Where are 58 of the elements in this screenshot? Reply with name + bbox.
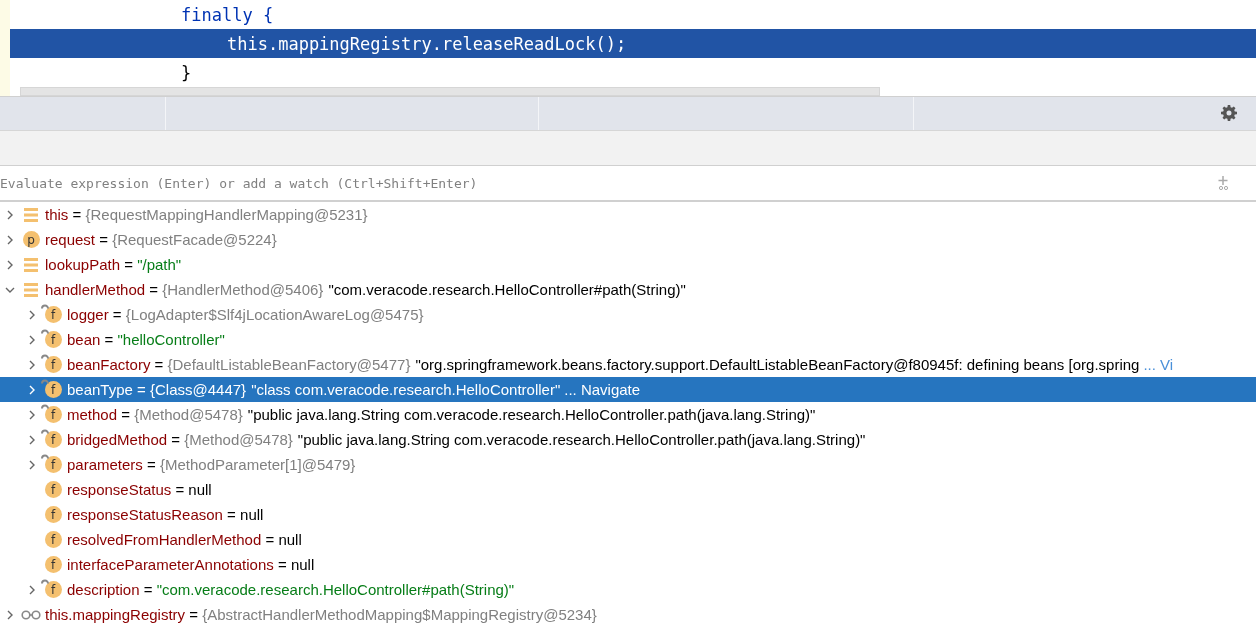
code-line: this.mappingRegistry.releaseReadLock(); [227,33,627,54]
variable-entry: lookupPath = "/path" [45,256,182,273]
type-badge: f [44,306,62,323]
variable-row[interactable]: handlerMethod = {HandlerMethod@5406} "com.veracode.research.HelloController#path(String)" [0,277,1256,302]
horizontal-scrollbar[interactable] [20,87,880,96]
evaluate-expression-field[interactable]: Evaluate expression (Enter) or add a watch (Ctrl+Shift+Enter) [0,168,1208,198]
type-badge: f [44,556,62,573]
variable-entry: parameters = {MethodParameter[1]@5479} [67,456,356,473]
type-badge: f [44,506,62,523]
type-badge: f [44,356,62,373]
code-line: finally { [181,4,274,25]
type-badge: f [44,456,62,473]
variable-icon [22,205,40,224]
view-link[interactable]: ... Navigate [564,381,641,398]
type-badge: p [22,231,40,248]
variable-row[interactable]: this = {RequestMappingHandlerMapping@5231} [0,202,1256,227]
variable-icon [22,255,40,274]
variable-row[interactable]: f method = {Method@5478} "public java.lang.String com.veracode.research.HelloController.path(java.lang.String)" [0,402,1256,427]
variable-entry: bridgedMethod = {Method@5478} "public java.lang.String com.veracode.research.HelloController.path(java.lang.String)" [67,431,866,448]
variable-entry: resolvedFromHandlerMethod = null [67,531,302,548]
variable-row[interactable]: f resolvedFromHandlerMethod = null [0,527,1256,552]
type-badge: f [44,581,62,598]
variable-entry: handlerMethod = {HandlerMethod@5406} "com.veracode.research.HelloController#path(String)" [45,281,686,298]
variable-entry: beanType = {Class@4447} "class com.veracode.research.HelloController" [67,381,561,398]
watch-glasses-icon [21,608,41,621]
variable-entry: responseStatus = null [67,481,212,498]
variable-row[interactable]: f bridgedMethod = {Method@5478} "public java.lang.String com.veracode.research.HelloController.path(java.lang.String)" [0,427,1256,452]
variable-entry: responseStatusReason = null [67,506,264,523]
settings-icon[interactable] [1221,105,1237,121]
variable-entry: logger = {LogAdapter$Slf4jLocationAwareLog@5475} [67,306,424,323]
variable-entry: request = {RequestFacade@5224} [45,231,277,248]
variable-entry: bean = "helloController" [67,331,225,348]
type-badge: f [44,531,62,548]
variable-row[interactable]: f parameters = {MethodParameter[1]@5479} [0,452,1256,477]
variable-row[interactable]: f logger = {LogAdapter$Slf4jLocationAwareLog@5475} [0,302,1256,327]
variable-entry: method = {Method@5478} "public java.lang.String com.veracode.research.HelloController.path(java.lang.String)" [67,406,816,423]
type-badge: f [44,381,62,398]
variable-row[interactable]: this.mappingRegistry = {AbstractHandlerMethodMapping$MappingRegistry@5234} [0,602,1256,627]
type-badge: f [44,406,62,423]
type-badge: f [44,481,62,498]
variable-row[interactable]: f beanType = {Class@4447} "class com.veracode.research.HelloController" ... Navigate [0,377,1256,402]
variable-entry: this = {RequestMappingHandlerMapping@5231} [45,206,368,223]
variable-entry: beanFactory = {DefaultListableBeanFactory@5477} "org.springframework.beans.factory.support.DefaultListableBeanFactory@f80945f: defining beans [org.spring [67,356,1140,373]
variable-row[interactable]: f responseStatusReason = null [0,502,1256,527]
code-line: } [181,62,192,83]
variable-row[interactable]: f description = "com.veracode.research.HelloController#path(String)" [0,577,1256,602]
variable-row[interactable]: f responseStatus = null [0,477,1256,502]
variable-row[interactable]: f interfaceParameterAnnotations = null [0,552,1256,577]
variable-icon [22,280,40,299]
type-badge: f [44,431,62,448]
variable-row[interactable]: lookupPath = "/path" [0,252,1256,277]
variable-entry: description = "com.veracode.research.HelloController#path(String)" [67,581,515,598]
variable-entry: interfaceParameterAnnotations = null [67,556,315,573]
variable-row[interactable]: f bean = "helloController" [0,327,1256,352]
variable-entry: this.mappingRegistry = {AbstractHandlerMethodMapping$MappingRegistry@5234} [45,606,597,623]
variable-row[interactable]: f beanFactory = {DefaultListableBeanFactory@5477} "org.springframework.beans.factory.support.DefaultListableBeanFactory@f80945f: defining beans [org.spring ... Vi [0,352,1256,377]
type-badge: f [44,331,62,348]
variable-row[interactable]: p request = {RequestFacade@5224} [0,227,1256,252]
